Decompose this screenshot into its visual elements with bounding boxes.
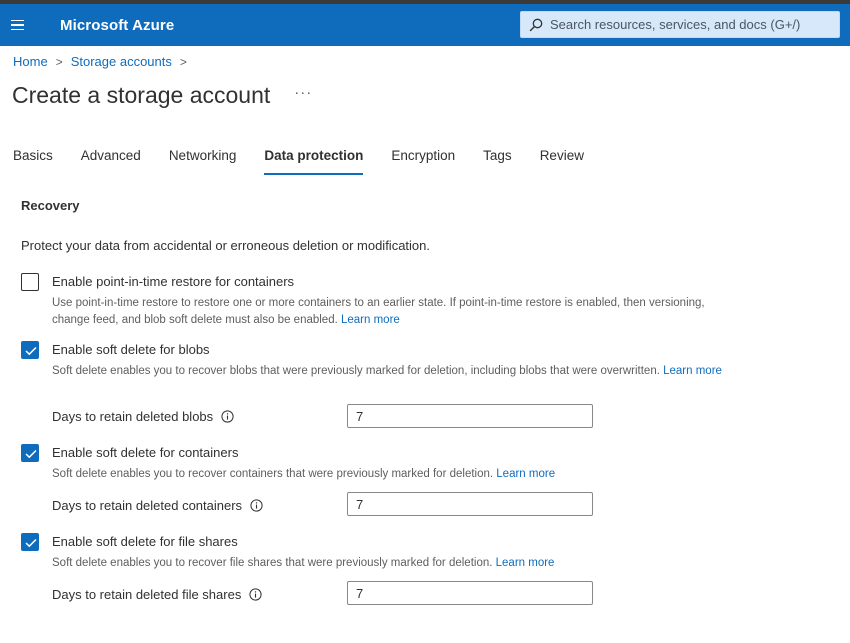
option-description: Use point-in-time restore to restore one… [52,295,732,329]
option-label[interactable]: Enable soft delete for containers [52,445,238,460]
tab-encryption[interactable]: Encryption [391,148,455,173]
info-icon[interactable] [249,588,262,601]
option-description-text: Soft delete enables you to recover file … [52,557,493,569]
checkmark-icon [25,449,37,459]
retain-containers-days-input[interactable] [347,492,593,516]
option-description-text: Soft delete enables you to recover conta… [52,468,494,480]
info-icon[interactable] [250,499,263,512]
chevron-right-icon: > [179,54,187,69]
global-search[interactable] [520,11,840,38]
field-label-text: Days to retain deleted file shares [52,587,242,602]
checkbox-soft-delete-blobs[interactable] [21,341,39,359]
section-description: Protect your data from accidental or err… [21,238,430,253]
top-bar: Microsoft Azure [0,4,850,46]
learn-more-link[interactable]: Learn more [496,468,555,480]
option-label[interactable]: Enable soft delete for file shares [52,534,238,549]
tab-tags[interactable]: Tags [483,148,512,173]
retain-blobs-days-input[interactable] [347,404,593,428]
option-description: Soft delete enables you to recover conta… [52,466,732,483]
checkmark-icon [25,346,37,356]
hamburger-icon[interactable] [0,4,34,46]
more-options-icon[interactable]: ··· [294,84,312,101]
field-label-text: Days to retain deleted containers [52,498,243,513]
learn-more-link[interactable]: Learn more [663,365,722,377]
tab-bar: Basics Advanced Networking Data protecti… [13,148,612,175]
checkbox-point-in-time-restore[interactable] [21,273,39,291]
retain-file-shares-days-input[interactable] [347,581,593,605]
breadcrumb-home[interactable]: Home [13,54,48,69]
option-label[interactable]: Enable soft delete for blobs [52,342,210,357]
field-label-retain-containers: Days to retain deleted containers [52,498,263,513]
tab-advanced[interactable]: Advanced [81,148,141,173]
field-label-text: Days to retain deleted blobs [52,409,214,424]
info-icon[interactable] [221,410,234,423]
search-input[interactable] [550,17,830,32]
checkmark-icon [25,538,37,548]
option-description: Soft delete enables you to recover blobs… [52,363,732,380]
tab-basics[interactable]: Basics [13,148,53,173]
chevron-right-icon: > [55,54,63,69]
breadcrumb: Home > Storage accounts > [13,54,195,69]
option-description: Soft delete enables you to recover file … [52,555,732,572]
checkbox-soft-delete-file-shares[interactable] [21,533,39,551]
field-label-retain-file-shares: Days to retain deleted file shares [52,587,262,602]
page-title: Create a storage account [12,82,271,108]
search-icon [529,18,543,31]
option-label[interactable]: Enable point-in-time restore for contain… [52,274,294,289]
checkbox-soft-delete-containers[interactable] [21,444,39,462]
breadcrumb-storage-accounts[interactable]: Storage accounts [71,54,172,69]
field-label-retain-blobs: Days to retain deleted blobs [52,409,234,424]
tab-review[interactable]: Review [540,148,584,173]
tab-data-protection[interactable]: Data protection [264,148,364,175]
option-description-text: Soft delete enables you to recover blobs… [52,365,660,377]
section-title-recovery: Recovery [21,198,80,213]
tab-networking[interactable]: Networking [169,148,237,173]
title-row: Create a storage account ··· [12,82,312,109]
learn-more-link[interactable]: Learn more [496,557,555,569]
brand-title[interactable]: Microsoft Azure [60,17,174,34]
learn-more-link[interactable]: Learn more [341,314,400,326]
